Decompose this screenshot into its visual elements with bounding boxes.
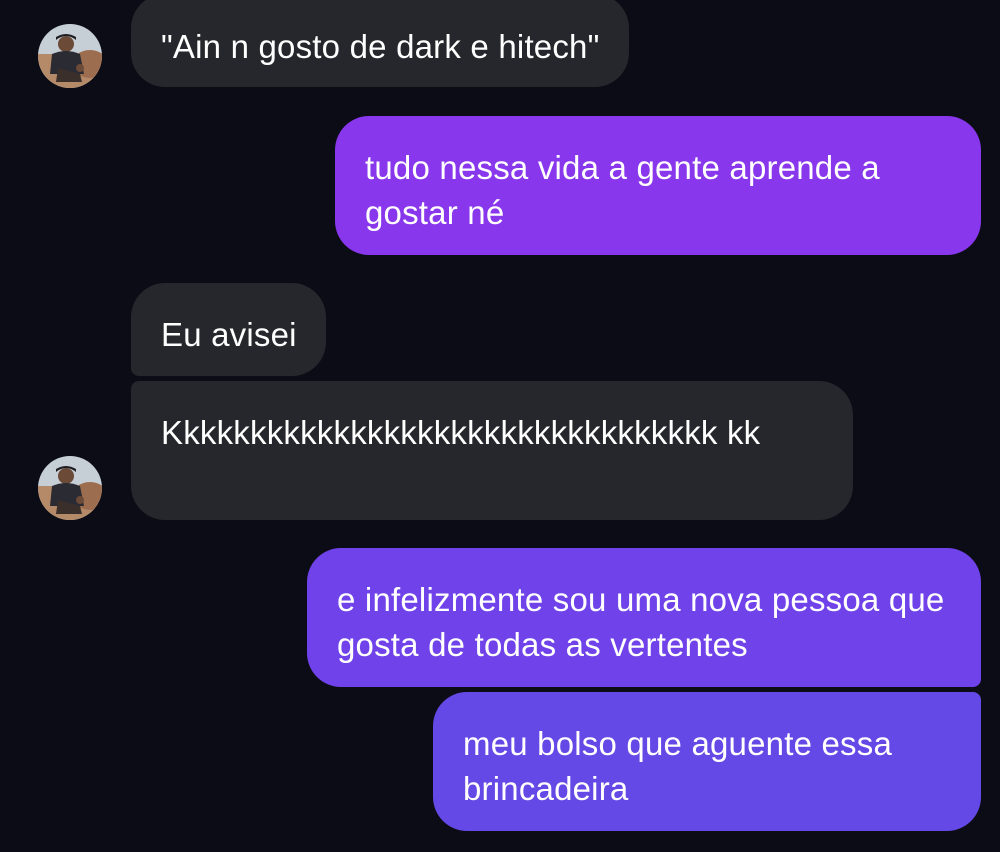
outgoing-message-bubble[interactable]: meu bolso que aguente essa brincadeira xyxy=(433,692,981,831)
message-thread: "Ain n gosto de dark e hitech" tudo ness… xyxy=(0,0,1000,852)
avatar-photo-icon xyxy=(38,456,102,520)
outgoing-message-bubble[interactable]: tudo nessa vida a gente aprende a gostar… xyxy=(335,116,981,255)
avatar-photo-icon xyxy=(38,24,102,88)
contact-avatar[interactable] xyxy=(38,24,102,88)
incoming-message-bubble[interactable]: Kkkkkkkkkkkkkkkkkkkkkkkkkkkkkkkkk kk xyxy=(131,381,853,520)
incoming-message-bubble[interactable]: "Ain n gosto de dark e hitech" xyxy=(131,0,629,87)
contact-avatar[interactable] xyxy=(38,456,102,520)
outgoing-message-bubble[interactable]: e infelizmente sou uma nova pessoa que g… xyxy=(307,548,981,687)
incoming-message-bubble[interactable]: Eu avisei xyxy=(131,283,326,376)
